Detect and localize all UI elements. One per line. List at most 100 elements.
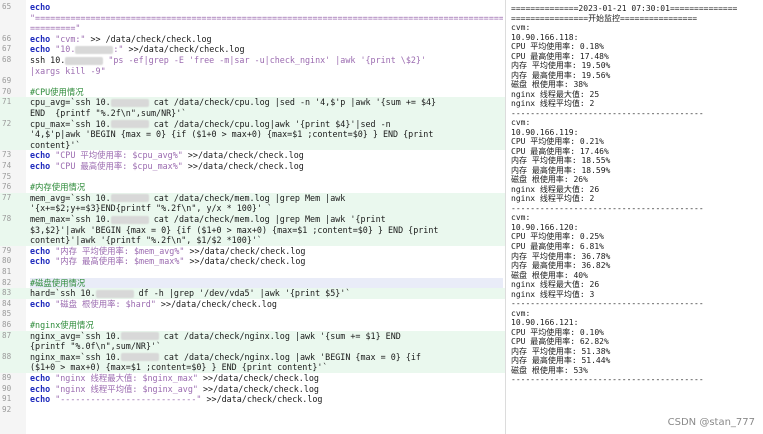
comment-token: #nginx使用情况: [30, 320, 94, 330]
line-number: 84: [2, 298, 12, 308]
line-number: 86: [2, 320, 12, 329]
code-text: =========": [30, 23, 503, 34]
code-line[interactable]: 77 mem_avg=`ssh 10. cat /data/check/mem.l…: [0, 192, 505, 204]
redacted-ip-block: [110, 215, 149, 224]
code-line[interactable]: 67 echo "10.:" >>/data/check/check.log: [0, 44, 505, 55]
line-number: 72: [2, 118, 12, 128]
code-text: echo "内存 平均使用率: $mem_avg%" >>/data/check…: [30, 246, 503, 257]
code-text: echo "cvm:" >> /data/check/check.log: [30, 34, 503, 45]
script-editor[interactable]: 65 echo "=================================…: [0, 0, 505, 434]
code-token: cat /data/check/cpu.log|awk '{print $4}'…: [148, 118, 391, 129]
code-line[interactable]: |xargs kill -9": [0, 66, 505, 77]
keyword-token: echo: [30, 150, 51, 161]
code-text: echo "10.:" >>/data/check/check.log: [30, 44, 503, 55]
code-line[interactable]: 80 echo "内存 最高使用率: $mem_max%" >>/data/che…: [0, 256, 505, 267]
code-line[interactable]: 71 cpu_avg=`ssh 10. cat /data/check/cpu.l…: [0, 97, 505, 108]
code-line[interactable]: 85: [0, 309, 505, 320]
code-line[interactable]: 78 mem_max=`ssh 10. cat /data/check/mem.l…: [0, 214, 505, 225]
log-line: cvm:: [511, 308, 531, 318]
code-text: hard=`ssh 10. df -h |grep '/dev/vda5' |a…: [30, 288, 503, 299]
keyword-token: echo: [30, 44, 51, 55]
line-number: 65: [2, 2, 12, 11]
line-number: 77: [2, 192, 12, 202]
string-token: "10.: [50, 44, 76, 55]
code-token: hard=`ssh 10.: [30, 288, 96, 299]
code-line[interactable]: 79 echo "内存 平均使用率: $mem_avg%" >>/data/che…: [0, 246, 505, 257]
code-line[interactable]: 88 nginx_max=`ssh 10. cat /data/check/ngi…: [0, 351, 505, 363]
code-text: $3,$2}'|awk 'BEGIN {max = 0} {if ($1+0 >…: [30, 224, 503, 236]
code-token: >> /data/check/check.log: [85, 33, 212, 44]
code-text: echo: [30, 2, 503, 13]
keyword-token: echo: [30, 161, 51, 171]
code-line[interactable]: content}'|awk '{printf "%.2f\n", $1/$2 *…: [0, 235, 505, 246]
log-line: 内存 最高使用率: 18.59%: [511, 165, 611, 175]
code-line[interactable]: 89 echo "nginx 线程最大值: $nginx_max" >>/data…: [0, 373, 505, 384]
code-line[interactable]: '{x+=$2;y+=$3}END{printf "%.2f\n", y/x *…: [0, 203, 505, 214]
log-line: nginx 线程平均值: 2: [511, 194, 595, 204]
code-token: ($1+0 > max+0) {max=$1 ;content=$0} } EN…: [30, 362, 328, 373]
code-line[interactable]: 75: [0, 172, 505, 183]
log-line: CPU 平均使用率: 0.18%: [511, 42, 604, 52]
log-line: CPU 最高使用率: 6.81%: [511, 242, 604, 251]
log-line: 磁盘 根使用率: 40%: [511, 270, 588, 280]
pane-divider: [505, 0, 506, 434]
keyword-token: echo: [30, 33, 51, 44]
code-token: mem_avg=`ssh 10.: [30, 192, 111, 203]
keyword-token: echo: [30, 373, 51, 383]
code-text: #内存使用情况: [30, 182, 503, 193]
code-line[interactable]: =========": [0, 23, 505, 34]
code-line[interactable]: 73 echo "CPU 平均使用率: $cpu_avg%" >>/data/ch…: [0, 150, 505, 161]
code-line[interactable]: 82 #磁盘使用情况: [0, 277, 505, 289]
log-line: 10.90.166.118:: [511, 32, 579, 42]
code-text: echo "磁盘 根使用率: $hard" >>/data/check/chec…: [30, 299, 503, 310]
code-line[interactable]: 92: [0, 405, 505, 416]
log-line: 内存 平均使用率: 19.50%: [511, 61, 611, 71]
code-line[interactable]: 91 echo "---------------------------" >>/…: [0, 394, 505, 405]
string-token: "nginx 线程平均值: $nginx_avg": [50, 383, 198, 394]
code-line[interactable]: 86 #nginx使用情况: [0, 320, 505, 331]
code-line[interactable]: END {printf "%.2f\n",sum/NR}'`: [0, 108, 505, 119]
code-line[interactable]: $3,$2}'|awk 'BEGIN {max = 0} {if ($1+0 >…: [0, 224, 505, 236]
code-line[interactable]: {printf "%.0f\n",sum/NR}'`: [0, 341, 505, 352]
log-line: ----------------------------------------: [511, 108, 704, 118]
code-token: content}'`: [30, 139, 81, 150]
log-line: 磁盘 根使用率: 38%: [511, 80, 588, 90]
code-line[interactable]: 68 ssh 10. "ps -ef|grep -E 'free -m|sar -…: [0, 55, 505, 66]
code-line[interactable]: '4,$'p|awk 'BEGIN {max = 0} {if ($1+0 > …: [0, 129, 505, 140]
code-line[interactable]: 65 echo: [0, 2, 505, 13]
code-line[interactable]: 87 nginx_avg=`ssh 10. cat /data/check/ngi…: [0, 330, 505, 342]
string-token: "cvm:": [50, 33, 86, 44]
code-line[interactable]: 81: [0, 267, 505, 278]
code-text: {printf "%.0f\n",sum/NR}'`: [30, 341, 503, 352]
line-number: 68: [2, 55, 12, 64]
line-number: 81: [2, 267, 12, 276]
code-line[interactable]: 76 #内存使用情况: [0, 182, 505, 193]
code-line[interactable]: 69: [0, 76, 505, 87]
log-line: ----------------------------------------: [511, 375, 704, 385]
code-line[interactable]: 72 cpu_max=`ssh 10. cat /data/check/cpu.l…: [0, 118, 505, 130]
code-line[interactable]: 84 echo "磁盘 根使用率: $hard" >>/data/check/ch…: [0, 299, 505, 310]
log-line: 内存 平均使用率: 18.55%: [511, 156, 611, 166]
code-line[interactable]: 74 echo "CPU 最高使用率: $cpu_max%" >>/data/ch…: [0, 161, 505, 172]
code-line[interactable]: content}'`: [0, 139, 505, 151]
code-text: ($1+0 > max+0) {max=$1 ;content=$0} } EN…: [30, 362, 503, 373]
code-token: cat /data/check/nginx.log |awk 'BEGIN {m…: [158, 351, 421, 362]
code-line[interactable]: 70 #CPU使用情况: [0, 87, 505, 98]
code-text: echo "nginx 线程平均值: $nginx_avg" >>/data/c…: [30, 384, 503, 395]
code-line[interactable]: 83 hard=`ssh 10. df -h |grep '/dev/vda5' …: [0, 288, 505, 299]
keyword-token: echo: [30, 383, 51, 394]
keyword-token: echo: [30, 394, 51, 405]
code-token: cat /data/check/cpu.log |sed -n '4,$'p |…: [148, 97, 437, 108]
line-number: 92: [2, 404, 12, 414]
line-number: 69: [2, 76, 12, 86]
log-line: cvm:: [511, 23, 531, 33]
code-text: #nginx使用情况: [30, 320, 503, 331]
code-token: ssh 10.: [30, 55, 66, 65]
code-token: nginx_avg=`ssh 10.: [30, 330, 121, 341]
code-text: mem_avg=`ssh 10. cat /data/check/mem.log…: [30, 192, 503, 204]
code-line[interactable]: 66 echo "cvm:" >> /data/check/check.log: [0, 34, 505, 45]
redacted-ip-block: [110, 194, 149, 203]
code-line[interactable]: ($1+0 > max+0) {max=$1 ;content=$0} } EN…: [0, 362, 505, 373]
code-line[interactable]: 90 echo "nginx 线程平均值: $nginx_avg" >>/data…: [0, 384, 505, 395]
code-line[interactable]: "=======================================…: [0, 13, 505, 24]
